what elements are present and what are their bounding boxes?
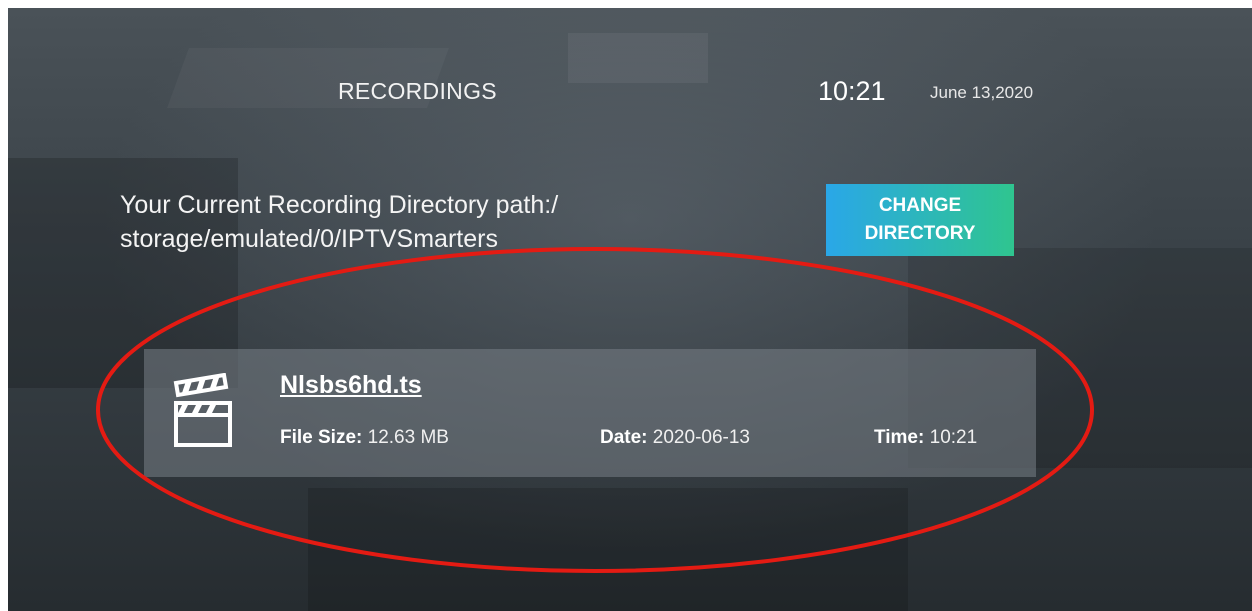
change-directory-label-1: CHANGE [878, 195, 962, 216]
clock-date: June 13,2020 [930, 83, 1034, 102]
recording-date: Date: 2020-06-13 [600, 427, 750, 449]
recording-file-size: File Size: 12.63 MB [280, 427, 449, 449]
file-size-value: 12.63 MB [367, 427, 449, 448]
time-value: 10:21 [929, 427, 978, 448]
page-title: RECORDINGS [338, 78, 497, 104]
background-floor [308, 488, 908, 611]
change-directory-button[interactable]: CHANGE DIRECTORY [826, 184, 1014, 256]
date-value: 2020-06-13 [652, 427, 750, 448]
recording-file-name[interactable]: Nlsbs6hd.ts [280, 371, 422, 400]
recording-time: Time: 10:21 [874, 427, 977, 449]
recording-list-item[interactable]: Nlsbs6hd.ts File Size: 12.63 MB Date: 20… [144, 349, 1036, 477]
date-label: Date: [600, 427, 648, 448]
directory-path-line-1: Your Current Recording Directory path:/ [120, 191, 559, 219]
clock-time: 10:21 [818, 76, 886, 106]
recording-directory-path: Your Current Recording Directory path:/ … [120, 188, 558, 256]
file-size-label: File Size: [280, 427, 363, 448]
background-ceiling-panel [568, 33, 708, 83]
recordings-screen: RECORDINGS 10:21 June 13,2020 Your Curre… [8, 8, 1252, 611]
change-directory-label-2: DIRECTORY [864, 223, 976, 244]
directory-path-line-2: storage/emulated/0/IPTVSmarters [120, 225, 498, 253]
time-label: Time: [874, 427, 925, 448]
clapperboard-icon [173, 373, 232, 447]
